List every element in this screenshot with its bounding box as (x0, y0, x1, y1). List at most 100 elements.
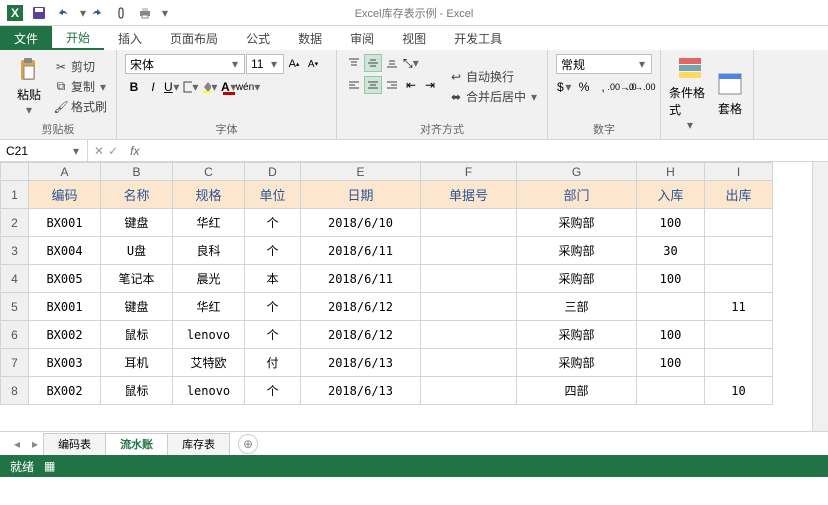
data-cell[interactable]: 采购部 (517, 321, 637, 349)
data-cell[interactable]: BX002 (29, 321, 101, 349)
data-cell[interactable] (421, 209, 517, 237)
data-cell[interactable] (705, 265, 773, 293)
row-header[interactable]: 6 (1, 321, 29, 349)
wrap-text-button[interactable]: ↩自动换行 (449, 68, 539, 85)
touch-icon[interactable] (112, 4, 130, 22)
align-center-icon[interactable] (364, 76, 382, 94)
col-header[interactable]: I (705, 163, 773, 181)
data-cell[interactable]: 采购部 (517, 349, 637, 377)
data-cell[interactable]: 2018/6/11 (301, 265, 421, 293)
row-header[interactable]: 2 (1, 209, 29, 237)
align-left-icon[interactable] (345, 76, 363, 94)
data-cell[interactable]: 键盘 (101, 209, 173, 237)
data-cell[interactable]: 笔记本 (101, 265, 173, 293)
save-icon[interactable] (30, 4, 48, 22)
data-cell[interactable]: 个 (245, 377, 301, 405)
col-header[interactable]: C (173, 163, 245, 181)
data-cell[interactable]: 采购部 (517, 237, 637, 265)
col-header[interactable]: F (421, 163, 517, 181)
redo-icon[interactable] (88, 4, 106, 22)
data-cell[interactable]: 2018/6/12 (301, 293, 421, 321)
data-cell[interactable] (421, 349, 517, 377)
data-cell[interactable]: 2018/6/10 (301, 209, 421, 237)
row-header[interactable]: 1 (1, 181, 29, 209)
data-cell[interactable] (637, 377, 705, 405)
data-cell[interactable]: 11 (705, 293, 773, 321)
data-cell[interactable]: 鼠标 (101, 321, 173, 349)
table-header-cell[interactable]: 出库 (705, 181, 773, 209)
data-cell[interactable]: 艾特欧 (173, 349, 245, 377)
data-cell[interactable]: 鼠标 (101, 377, 173, 405)
data-cell[interactable]: 2018/6/13 (301, 349, 421, 377)
data-cell[interactable]: 华红 (173, 209, 245, 237)
macro-record-icon[interactable]: ▦ (44, 459, 55, 473)
data-cell[interactable]: BX003 (29, 349, 101, 377)
data-cell[interactable] (421, 377, 517, 405)
name-box[interactable]: C21▾ (0, 140, 88, 161)
align-top-icon[interactable] (345, 54, 363, 72)
col-header[interactable]: E (301, 163, 421, 181)
italic-button[interactable]: I (144, 78, 162, 96)
select-all-corner[interactable] (1, 163, 29, 181)
data-cell[interactable] (705, 209, 773, 237)
data-cell[interactable]: BX002 (29, 377, 101, 405)
align-middle-icon[interactable] (364, 54, 382, 72)
data-cell[interactable]: 个 (245, 209, 301, 237)
table-header-cell[interactable]: 单位 (245, 181, 301, 209)
col-header[interactable]: B (101, 163, 173, 181)
font-size-combo[interactable]: 11▾ (246, 54, 284, 74)
sheet-nav-prev-icon[interactable]: ◂ (8, 437, 26, 451)
data-cell[interactable]: 100 (637, 321, 705, 349)
data-cell[interactable]: 采购部 (517, 209, 637, 237)
data-cell[interactable]: 付 (245, 349, 301, 377)
data-cell[interactable]: BX001 (29, 209, 101, 237)
data-cell[interactable] (421, 237, 517, 265)
percent-icon[interactable]: % (575, 78, 593, 96)
sheet-tab[interactable]: 流水账 (105, 433, 168, 455)
table-header-cell[interactable]: 编码 (29, 181, 101, 209)
col-header[interactable]: D (245, 163, 301, 181)
bold-button[interactable]: B (125, 78, 143, 96)
sheet-tab[interactable]: 库存表 (167, 433, 230, 455)
decrease-indent-icon[interactable]: ⇤ (402, 76, 420, 94)
data-cell[interactable]: 30 (637, 237, 705, 265)
row-header[interactable]: 8 (1, 377, 29, 405)
tab-公式[interactable]: 公式 (232, 26, 284, 50)
tab-数据[interactable]: 数据 (284, 26, 336, 50)
align-right-icon[interactable] (383, 76, 401, 94)
table-header-cell[interactable]: 部门 (517, 181, 637, 209)
border-button[interactable]: ▾ (182, 78, 200, 96)
tab-开始[interactable]: 开始 (52, 26, 104, 50)
row-header[interactable]: 4 (1, 265, 29, 293)
data-cell[interactable]: lenovo (173, 321, 245, 349)
data-cell[interactable]: 键盘 (101, 293, 173, 321)
format-painter-button[interactable]: 🖌格式刷 (54, 98, 108, 115)
format-table-button[interactable]: 套格 (715, 54, 745, 132)
row-header[interactable]: 5 (1, 293, 29, 321)
vertical-scrollbar[interactable] (812, 162, 828, 431)
copy-button[interactable]: ⧉复制▾ (54, 78, 108, 95)
data-cell[interactable] (705, 321, 773, 349)
align-bottom-icon[interactable] (383, 54, 401, 72)
data-cell[interactable]: 四部 (517, 377, 637, 405)
data-cell[interactable]: lenovo (173, 377, 245, 405)
col-header[interactable]: A (29, 163, 101, 181)
fill-color-button[interactable]: ▾ (201, 78, 219, 96)
data-cell[interactable]: 2018/6/13 (301, 377, 421, 405)
data-cell[interactable]: 本 (245, 265, 301, 293)
tab-页面布局[interactable]: 页面布局 (156, 26, 232, 50)
data-cell[interactable]: 晨光 (173, 265, 245, 293)
data-cell[interactable]: 100 (637, 265, 705, 293)
data-cell[interactable]: 华红 (173, 293, 245, 321)
font-name-combo[interactable]: 宋体▾ (125, 54, 245, 74)
cut-button[interactable]: ✂剪切 (54, 58, 108, 75)
orientation-icon[interactable]: ⤡▾ (402, 54, 420, 72)
col-header[interactable]: H (637, 163, 705, 181)
increase-indent-icon[interactable]: ⇥ (421, 76, 439, 94)
accounting-icon[interactable]: $▾ (556, 78, 574, 96)
table-header-cell[interactable]: 单据号 (421, 181, 517, 209)
increase-font-icon[interactable]: A▴ (285, 55, 303, 73)
data-cell[interactable]: BX005 (29, 265, 101, 293)
data-cell[interactable]: U盘 (101, 237, 173, 265)
table-header-cell[interactable]: 规格 (173, 181, 245, 209)
